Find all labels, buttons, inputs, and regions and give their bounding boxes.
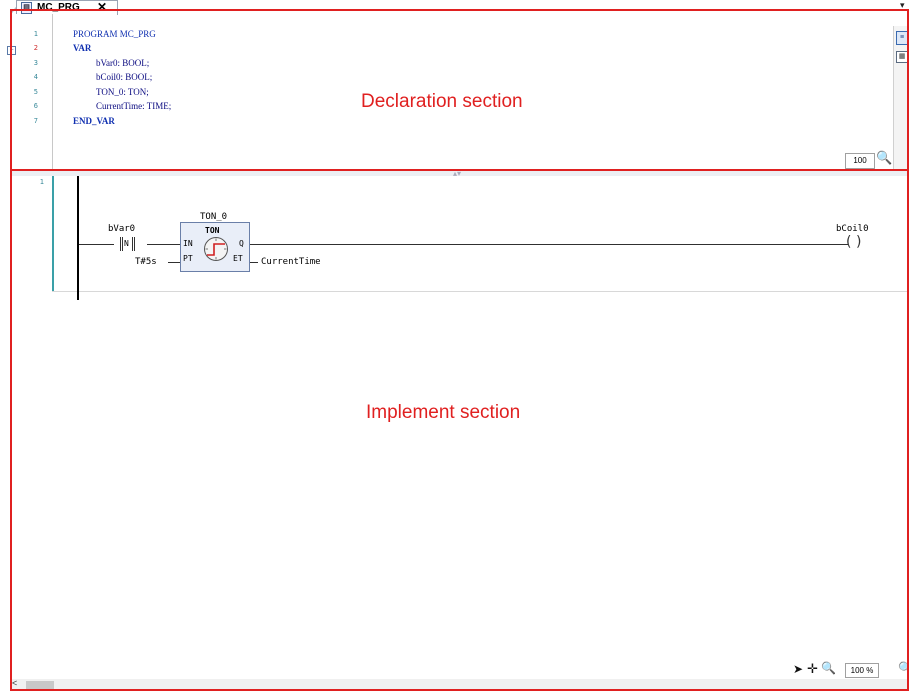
declaration-view-toolbar: ≡ ▦ [893,26,909,170]
rung-gutter [10,176,54,292]
et-variable[interactable]: CurrentTime [261,257,321,267]
chevron-down-icon[interactable]: ▾ [900,0,905,11]
code-line: END_VAR [73,116,115,126]
rung-wire-right [250,244,848,245]
code-line: TON_0: TON; [96,87,149,97]
fb-instance-name[interactable]: TON_0 [200,212,227,222]
rung-wire-mid [147,244,182,245]
line-number: 2 [33,44,38,52]
tab-title: MC_PRG [37,2,80,13]
select-pointer-icon[interactable]: ➤ [793,662,803,676]
fb-input-pt: PT [183,254,193,263]
zoom-magnifier-icon[interactable]: 🔍 [821,661,836,675]
code-line: bCoil0: BOOL; [96,72,153,82]
implement-section-label: Implement section [366,402,521,423]
tab-mc-prg[interactable]: ▤ MC_PRG ✕ [16,0,118,15]
contact-variable[interactable]: bVar0 [108,224,135,234]
timer-clock-icon [204,237,228,261]
implementation-canvas[interactable] [10,176,909,679]
ton-function-block[interactable]: TON IN PT Q ET [180,222,250,272]
code-line: bVar0: BOOL; [96,58,150,68]
rung-wire-left [79,244,114,245]
scroll-thumb[interactable] [26,681,54,689]
line-number: 7 [33,117,38,125]
code-line: VAR [73,43,92,53]
fb-type: TON [205,226,220,235]
line-number: 6 [33,102,38,110]
line-number: 3 [33,59,38,67]
et-wire [250,262,258,263]
negative-edge-contact[interactable]: N [114,237,147,251]
rung-number: 1 [39,178,44,186]
fb-output-q: Q [239,239,244,248]
output-coil[interactable]: ( ) [846,234,864,252]
code-line: CurrentTime: TIME; [96,101,172,111]
program-icon: ▤ [21,2,32,14]
zoom-magnifier-icon[interactable]: 🔍 [876,150,892,166]
close-icon[interactable]: ✕ [97,0,107,14]
editor-tab-bar: ▤ MC_PRG ✕ ▾ [0,0,909,15]
scroll-left-arrow[interactable]: < [12,678,17,688]
line-number: 4 [33,73,38,81]
code-line: PROGRAM MC_PRG [73,29,156,39]
pt-wire [168,262,180,263]
contact-symbol: N [124,239,129,248]
implementation-toolbar: ➤ ✛ 🔍 100 % 🔍 [790,661,909,679]
implementation-zoom-box[interactable]: 100 % [845,663,879,678]
left-power-rail [77,176,79,300]
declaration-section-label: Declaration section [361,91,523,112]
pt-value[interactable]: T#5s [135,257,157,267]
zoom-options-icon[interactable]: 🔍 [898,661,909,675]
line-number: 1 [33,30,38,38]
declaration-zoom-box[interactable]: 100 [845,153,875,169]
coil-variable[interactable]: bCoil0 [836,224,869,234]
fb-input-in: IN [183,239,193,248]
tabular-view-icon[interactable]: ▦ [896,51,908,63]
line-number: 5 [33,88,38,96]
rung-separator [52,291,909,292]
move-cross-icon[interactable]: ✛ [807,661,818,677]
horizontal-scrollbar[interactable]: < [10,678,909,691]
fb-output-et: ET [233,254,243,263]
textual-view-icon[interactable]: ≡ [896,31,908,45]
